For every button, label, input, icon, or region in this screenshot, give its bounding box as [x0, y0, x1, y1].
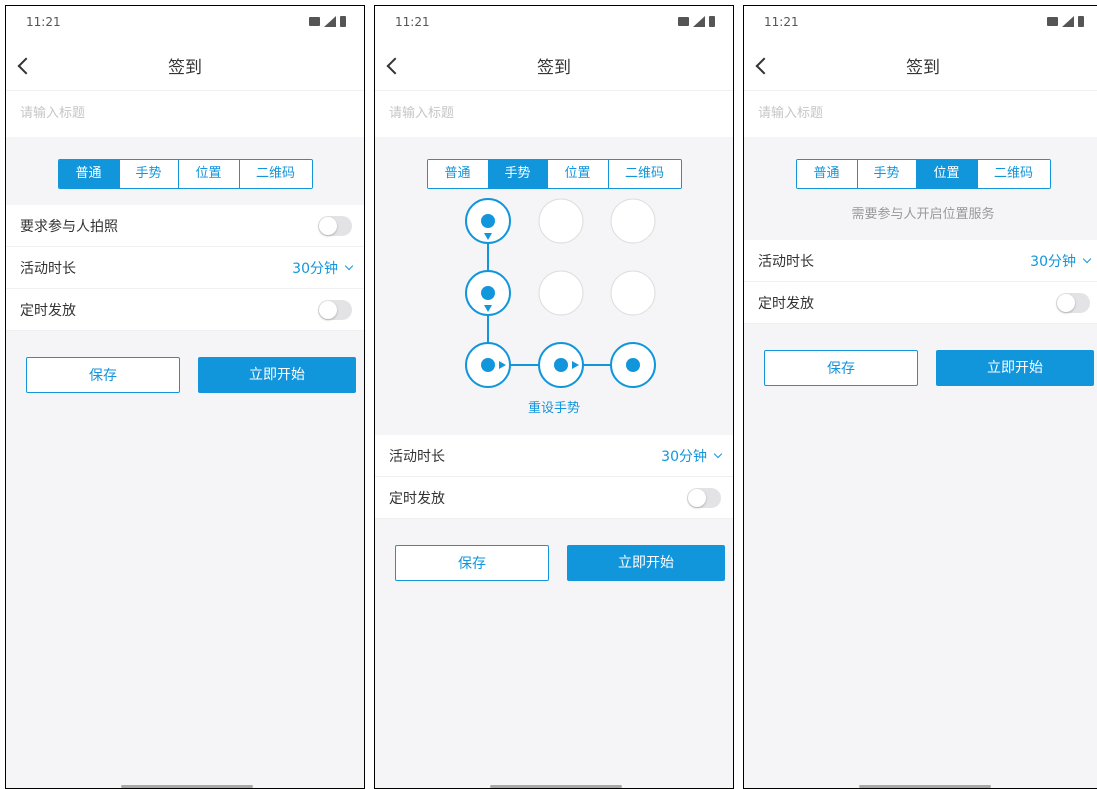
signal-icon: [324, 16, 336, 27]
duration-label: 活动时长: [389, 448, 445, 465]
start-button[interactable]: 立即开始: [936, 350, 1094, 386]
page-title: 签到: [906, 58, 940, 78]
duration-value: 30分钟: [292, 260, 338, 277]
status-icons: [678, 16, 715, 27]
signal-icon: [1062, 16, 1074, 27]
gesture-pattern: [465, 198, 656, 388]
start-button[interactable]: 立即开始: [198, 357, 356, 393]
gesture-pad[interactable]: [375, 197, 733, 395]
scheduled-toggle[interactable]: [1056, 292, 1090, 313]
scheduled-toggle[interactable]: [318, 299, 352, 320]
tab-location[interactable]: 位置: [916, 160, 978, 188]
tab-normal[interactable]: 普通: [796, 160, 858, 188]
status-icons: [1047, 16, 1084, 27]
status-time: 11:21: [26, 15, 61, 29]
title-input[interactable]: 请输入标题: [744, 90, 1097, 137]
screen-location: 11:21 签到 请输入标题 普通 手势 位置 二维码 需要参与人开启位置服务 …: [743, 5, 1097, 789]
title-input[interactable]: 请输入标题: [6, 90, 364, 137]
nav-bar: 签到: [375, 46, 733, 90]
scheduled-row: 定时发放: [744, 282, 1097, 324]
tab-gesture[interactable]: 手势: [488, 160, 548, 188]
title-input[interactable]: 请输入标题: [375, 90, 733, 137]
duration-row[interactable]: 活动时长 30分钟: [6, 247, 364, 289]
screen-gesture: 11:21 签到 请输入标题 普通 手势 位置 二维码 重设手势 活动时长 30…: [374, 5, 734, 789]
status-bar: 11:21: [6, 6, 364, 46]
signal-icon: [693, 16, 705, 27]
tab-gesture[interactable]: 手势: [857, 160, 917, 188]
battery-icon: [709, 16, 715, 27]
location-note: 需要参与人开启位置服务: [851, 207, 995, 222]
tab-location[interactable]: 位置: [547, 160, 609, 188]
tab-normal[interactable]: 普通: [427, 160, 489, 188]
message-icon: [1047, 17, 1058, 26]
save-button[interactable]: 保存: [764, 350, 918, 386]
home-indicator: [121, 785, 253, 788]
status-bar: 11:21: [375, 6, 733, 46]
duration-label: 活动时长: [20, 260, 76, 277]
save-button[interactable]: 保存: [26, 357, 180, 393]
page-title: 签到: [168, 58, 202, 78]
message-icon: [678, 17, 689, 26]
scheduled-row: 定时发放: [6, 289, 364, 331]
save-button[interactable]: 保存: [395, 545, 549, 581]
status-time: 11:21: [764, 15, 799, 29]
require-photo-row: 要求参与人拍照: [6, 205, 364, 247]
tab-qrcode[interactable]: 二维码: [608, 160, 681, 188]
gesture-dot[interactable]: [538, 270, 584, 316]
gesture-dot[interactable]: [610, 198, 656, 244]
gesture-dot[interactable]: [538, 198, 584, 244]
duration-label: 活动时长: [758, 253, 814, 270]
scheduled-label: 定时发放: [20, 302, 76, 319]
home-indicator: [490, 785, 622, 788]
message-icon: [309, 17, 320, 26]
start-button[interactable]: 立即开始: [567, 545, 725, 581]
nav-bar: 签到: [744, 46, 1097, 90]
duration-row[interactable]: 活动时长 30分钟: [375, 435, 733, 477]
reset-gesture-link[interactable]: 重设手势: [375, 399, 733, 435]
mode-tabs: 普通 手势 位置 二维码: [795, 159, 1051, 189]
gesture-dot[interactable]: [610, 270, 656, 316]
tab-qrcode[interactable]: 二维码: [977, 160, 1050, 188]
scheduled-label: 定时发放: [758, 295, 814, 312]
tab-normal[interactable]: 普通: [58, 160, 120, 188]
battery-icon: [340, 16, 346, 27]
duration-value: 30分钟: [661, 448, 707, 465]
require-photo-toggle[interactable]: [318, 215, 352, 236]
mode-tabs: 普通 手势 位置 二维码: [57, 159, 313, 189]
mode-tabs: 普通 手势 位置 二维码: [426, 159, 682, 189]
home-indicator: [859, 785, 991, 788]
scheduled-toggle[interactable]: [687, 487, 721, 508]
status-time: 11:21: [395, 15, 430, 29]
chevron-down-icon: [344, 261, 354, 270]
nav-bar: 签到: [6, 46, 364, 90]
page-title: 签到: [537, 58, 571, 78]
tab-location[interactable]: 位置: [178, 160, 240, 188]
tab-gesture[interactable]: 手势: [119, 160, 179, 188]
tab-qrcode[interactable]: 二维码: [239, 160, 312, 188]
battery-icon: [1078, 16, 1084, 27]
duration-value: 30分钟: [1030, 253, 1076, 270]
scheduled-label: 定时发放: [389, 490, 445, 507]
screen-normal: 11:21 签到 请输入标题 普通 手势 位置 二维码 要求参与人拍照 活动时长…: [5, 5, 365, 789]
scheduled-row: 定时发放: [375, 477, 733, 519]
duration-row[interactable]: 活动时长 30分钟: [744, 240, 1097, 282]
status-bar: 11:21: [744, 6, 1097, 46]
require-photo-label: 要求参与人拍照: [20, 218, 118, 235]
chevron-down-icon: [1082, 254, 1092, 263]
status-icons: [309, 16, 346, 27]
chevron-down-icon: [713, 449, 723, 458]
